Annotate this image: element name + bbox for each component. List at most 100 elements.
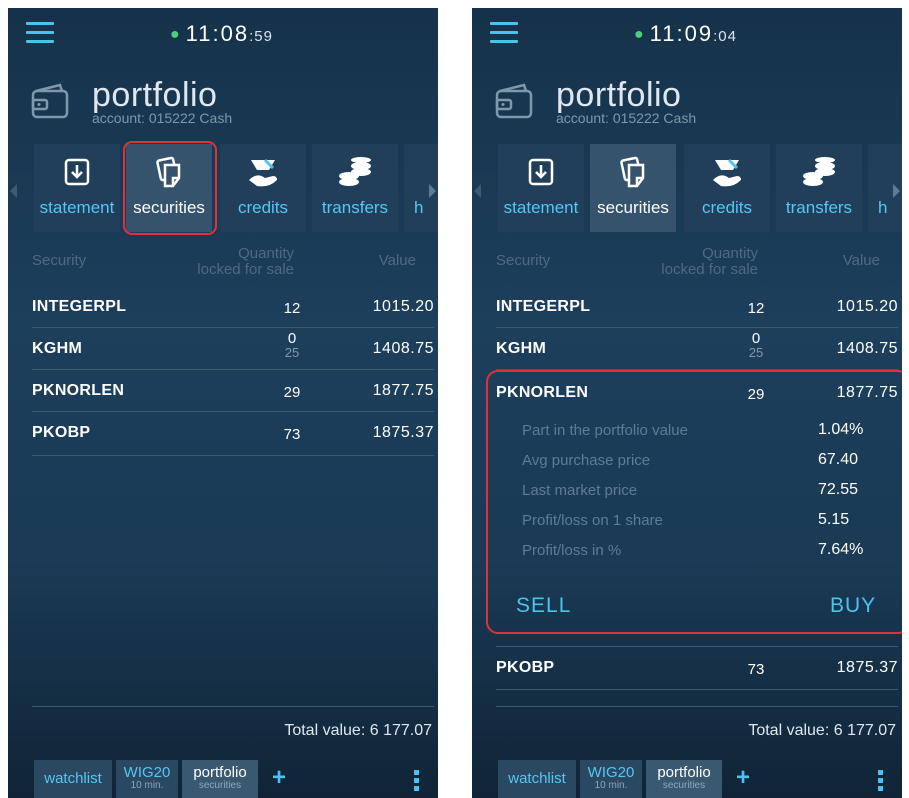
table-row[interactable]: KGHM 0 25 1408.75 [32,328,434,370]
tab-label: credits [237,198,289,217]
tab-statement[interactable]: statement [34,144,120,232]
total-divider [496,706,898,707]
statement-icon [528,158,554,186]
bottom-tab-sub: securities [198,780,242,791]
table-row[interactable]: PKOBP 73 1875.37 [32,412,434,456]
tab-label: h [878,198,888,217]
table-header: Security Quantity locked for sale Value [472,246,902,286]
security-symbol: PKOBP [32,424,91,441]
add-tab-button[interactable]: + [272,764,286,792]
total-label: Total value: [748,722,830,739]
more-options-icon[interactable] [414,770,420,794]
total-amount: 6 177.07 [369,722,432,739]
tab-statement[interactable]: statement [498,144,584,232]
right-screen: ● 11:09:04 portfolio account: 015222 Cash… [472,8,902,798]
bottom-tab-label: WIG20 [123,764,171,781]
tab-transfers[interactable]: transfers [776,144,862,232]
security-value: 1408.75 [372,340,434,357]
wallet-icon [31,83,69,119]
total-label: Total value: [284,722,366,739]
security-value: 1877.75 [836,384,898,401]
column-security: Security [496,252,551,269]
menu-icon[interactable] [490,22,518,44]
bottom-tab-label: portfolio [193,764,247,781]
security-value: 1015.20 [372,298,434,315]
bottom-tab-label: watchlist [508,770,566,787]
transfers-icon [339,157,371,186]
column-quantity: Quantity locked for sale [158,246,294,278]
clock: ● 11:08:59 [170,21,273,47]
status-bar: ● 11:08:59 [8,8,438,68]
security-quantity: 29 [283,384,301,401]
total-divider [32,706,434,707]
sell-button[interactable]: SELL [516,594,571,618]
table-row-expanded[interactable]: PKNORLEN 29 1877.75 [496,372,898,414]
locked-value: 25 [284,345,300,360]
tab-transfers[interactable]: transfers [312,144,398,232]
tab-credits[interactable]: credits [684,144,770,232]
bottom-tab-sub: securities [662,780,706,791]
bottom-tab-label: WIG20 [587,764,635,781]
buy-button[interactable]: BUY [830,594,876,618]
detail-row: Avg purchase price 67.40 [522,446,874,476]
table-row[interactable]: INTEGERPL 12 1015.20 [32,286,434,328]
locked-value: 25 [748,345,764,360]
tabs-left-arrow-icon[interactable] [10,184,17,198]
total-value: Total value: 6 177.07 [284,722,432,740]
bottom-tab-sub: 10 min. [130,780,164,791]
tab-securities[interactable]: securities [590,144,676,232]
security-quantity: 0 25 [262,331,322,360]
more-options-icon[interactable] [878,770,884,794]
tabs-right-arrow-icon[interactable] [429,184,436,198]
tab-highlight-frame [123,141,217,235]
table-row[interactable]: PKNORLEN 29 1877.75 [32,370,434,412]
security-value: 1875.37 [836,659,898,676]
column-quantity: Quantity locked for sale [622,246,758,278]
security-symbol: KGHM [496,340,547,357]
bottom-tab-label: watchlist [44,770,102,787]
security-symbol: INTEGERPL [32,298,127,315]
total-amount: 6 177.07 [833,722,896,739]
bottom-tab-watchlist[interactable]: watchlist [34,760,112,798]
menu-icon[interactable] [26,22,54,44]
security-value: 1015.20 [836,298,898,315]
clock-seconds: :04 [713,28,737,45]
securities-icon [620,156,645,188]
tab-credits[interactable]: credits [220,144,306,232]
bottom-tab-wig20[interactable]: WIG20 10 min. [580,760,642,798]
table-row[interactable]: KGHM 0 25 1408.75 [496,328,898,370]
clock-time: 11:08 [185,21,250,46]
detail-row: Profit/loss on 1 share 5.15 [522,506,874,536]
detail-value: 7.64% [818,541,864,558]
detail-label: Profit/loss in % [522,542,622,559]
tab-label: credits [701,198,753,217]
bottom-tab-sub: 10 min. [594,780,628,791]
table-row[interactable]: PKOBP 73 1875.37 [496,646,898,690]
tabs-right-arrow-icon[interactable] [893,184,900,198]
account-label: account: 015222 Cash [556,110,697,126]
bottom-tab-label: portfolio [657,764,711,781]
detail-row: Profit/loss in % 7.64% [522,536,874,566]
bottom-tab-portfolio[interactable]: portfolio securities [646,760,722,798]
table-row[interactable]: INTEGERPL 12 1015.20 [496,286,898,328]
bottom-tab-portfolio[interactable]: portfolio securities [182,760,258,798]
security-quantity: 73 [283,426,301,443]
column-quantity-label: Quantity [702,245,758,262]
column-quantity-label: Quantity [238,245,294,262]
security-quantity: 0 25 [726,331,786,360]
detail-label: Part in the portfolio value [522,422,688,439]
left-screen: ● 11:08:59 portfolio account: 015222 Cash… [8,8,438,798]
security-quantity: 12 [747,300,765,317]
detail-label: Avg purchase price [522,452,651,469]
add-tab-button[interactable]: + [736,764,750,792]
online-dot-icon: ● [634,26,646,44]
tabs-left-arrow-icon[interactable] [474,184,481,198]
bottom-tabs: watchlist WIG20 10 min. portfolio securiti… [8,760,438,798]
total-value: Total value: 6 177.07 [748,722,896,740]
tab-label: transfers [785,198,853,217]
security-quantity: 12 [283,300,301,317]
bottom-tab-wig20[interactable]: WIG20 10 min. [116,760,178,798]
tab-label: statement [39,198,115,217]
detail-value: 67.40 [818,451,859,468]
bottom-tab-watchlist[interactable]: watchlist [498,760,576,798]
